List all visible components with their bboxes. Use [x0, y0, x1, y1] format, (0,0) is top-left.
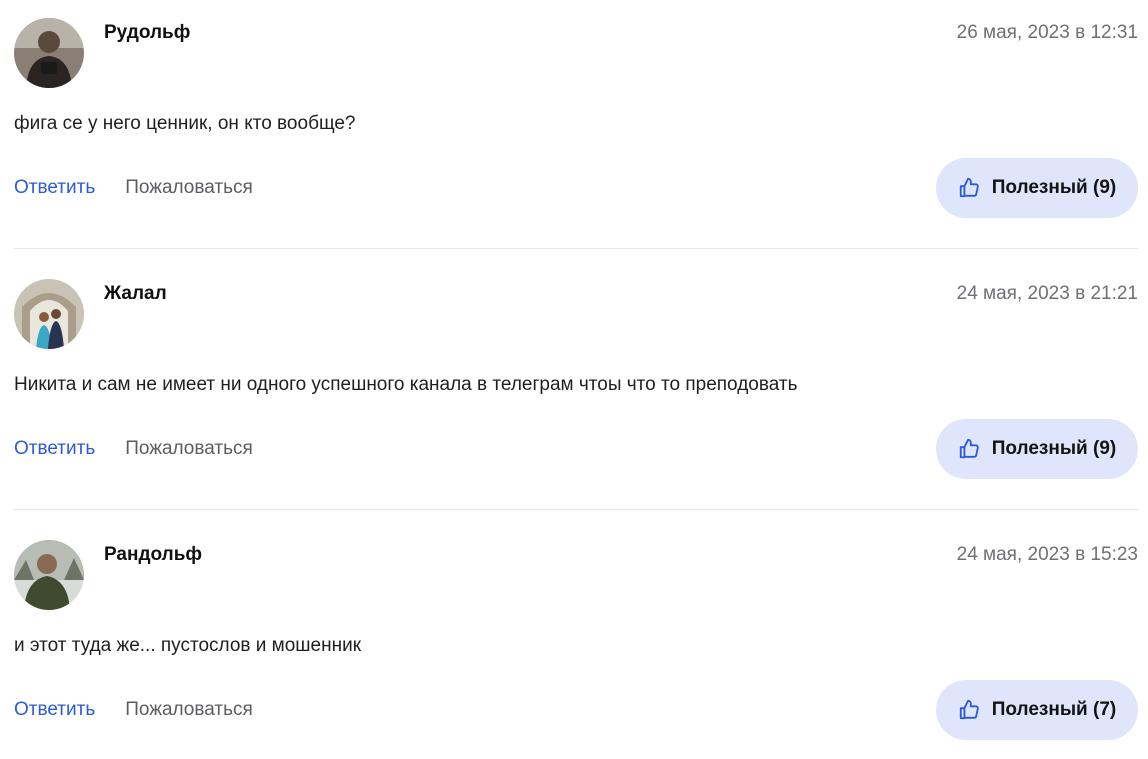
- useful-label: Полезный (9): [991, 438, 1117, 459]
- review-text: и этот туда же... пустослов и мошенник: [14, 635, 362, 656]
- review-author: Рандольф: [104, 544, 203, 565]
- useful-button[interactable]: Полезный (7): [936, 680, 1138, 740]
- avatar[interactable]: [14, 540, 84, 610]
- review-actions: Ответить Пожаловаться: [14, 177, 253, 199]
- review-actions: Ответить Пожаловаться: [14, 699, 253, 721]
- review-item: Рудольф 26 мая, 2023 в 12:31 фига се у н…: [14, 0, 1138, 245]
- review-text: Никита и сам не имеет ни одного успешног…: [14, 374, 798, 395]
- thumbs-up-icon: [958, 177, 980, 199]
- report-link[interactable]: Пожаловаться: [125, 177, 253, 199]
- report-link[interactable]: Пожаловаться: [125, 438, 253, 460]
- avatar[interactable]: [14, 279, 84, 349]
- report-link[interactable]: Пожаловаться: [125, 699, 253, 721]
- review-date: 24 мая, 2023 в 21:21: [956, 283, 1138, 304]
- useful-button[interactable]: Полезный (9): [936, 158, 1138, 218]
- review-date: 26 мая, 2023 в 12:31: [956, 22, 1138, 43]
- divider: [14, 509, 1138, 510]
- useful-button[interactable]: Полезный (9): [936, 419, 1138, 479]
- useful-label: Полезный (9): [991, 177, 1117, 198]
- review-item: Жалал 24 мая, 2023 в 21:21 Никита и сам …: [14, 261, 1138, 506]
- reply-link[interactable]: Ответить: [14, 699, 95, 721]
- review-actions: Ответить Пожаловаться: [14, 438, 253, 460]
- reply-link[interactable]: Ответить: [14, 438, 95, 460]
- review-author: Рудольф: [104, 22, 191, 43]
- divider: [14, 248, 1138, 249]
- avatar[interactable]: [14, 18, 84, 88]
- thumbs-up-icon: [958, 438, 980, 460]
- review-author: Жалал: [104, 283, 167, 304]
- thumbs-up-icon: [958, 699, 980, 721]
- review-date: 24 мая, 2023 в 15:23: [956, 544, 1138, 565]
- reviews-list: Рудольф 26 мая, 2023 в 12:31 фига се у н…: [0, 0, 1148, 759]
- useful-label: Полезный (7): [991, 699, 1117, 720]
- reply-link[interactable]: Ответить: [14, 177, 95, 199]
- review-item: Рандольф 24 мая, 2023 в 15:23 и этот туд…: [14, 522, 1138, 759]
- review-text: фига се у него ценник, он кто вообще?: [14, 113, 356, 134]
